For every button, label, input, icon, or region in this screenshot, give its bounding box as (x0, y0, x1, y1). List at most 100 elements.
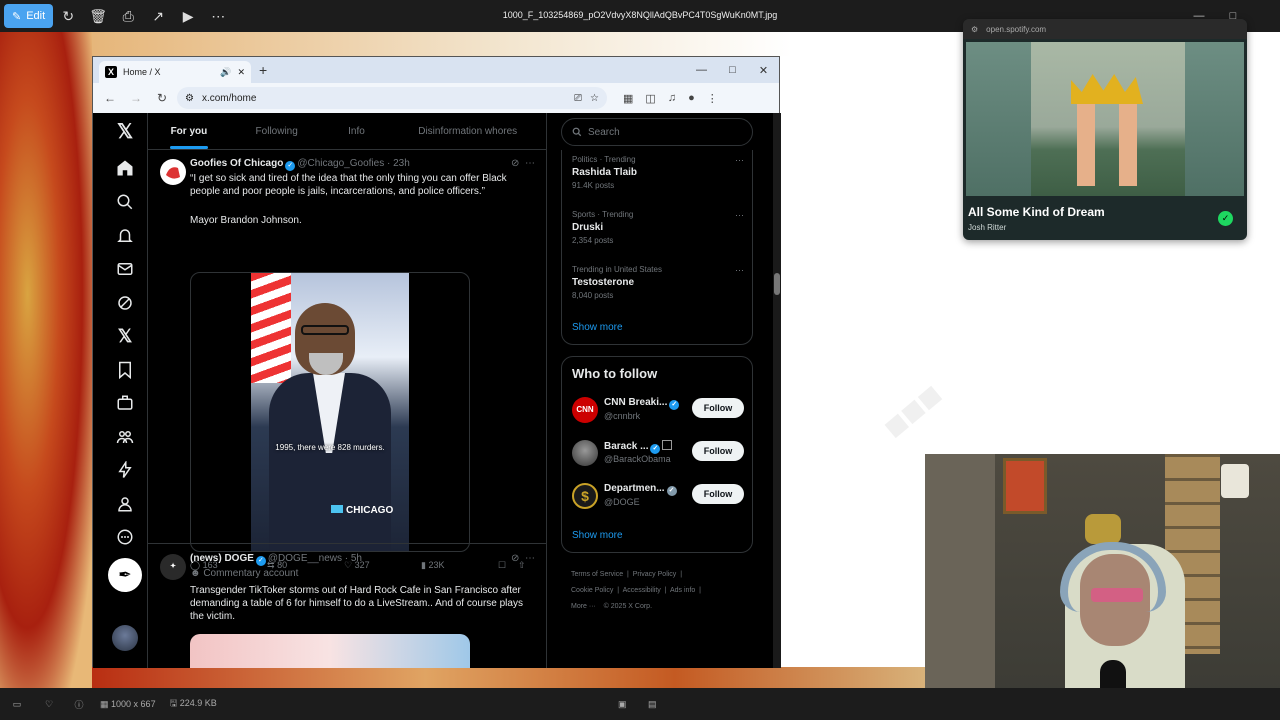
suggestion-handle: @DOGE (604, 497, 640, 507)
trash-icon[interactable]: 🗑 (83, 0, 113, 32)
print-icon[interactable]: ⎙ (113, 0, 143, 32)
install-app-icon[interactable]: ⎚ (574, 93, 582, 104)
post-1-video[interactable]: 1995, there were 828 murders. CHICAGO (190, 272, 470, 552)
jobs-icon[interactable] (112, 390, 138, 416)
follow-suggestion[interactable]: $ Departmen... ✓ @DOGE Follow (572, 481, 744, 511)
post-1-name[interactable]: Goofies Of Chicago (190, 158, 283, 169)
tab-info[interactable]: Info (324, 113, 390, 149)
profile-avatar-icon[interactable]: ● (688, 92, 695, 105)
trend-item[interactable]: Trending in United States Testosterone 8… (572, 265, 744, 300)
profile-icon[interactable] (112, 491, 138, 517)
premium-x-icon[interactable]: 𝕏 (112, 323, 138, 349)
doge-dept-avatar-icon[interactable]: $ (572, 483, 598, 509)
link-cookie[interactable]: Cookie Policy (571, 587, 613, 594)
browser-minimize-icon[interactable]: — (686, 64, 717, 77)
post-1-handle[interactable]: @Chicago_Goofies (297, 158, 384, 169)
tab-for-you[interactable]: For you (148, 113, 230, 149)
follow-show-more[interactable]: Show more (572, 530, 623, 541)
follow-button[interactable]: Follow (692, 441, 744, 461)
new-tab-icon[interactable]: + (259, 62, 267, 78)
forward-icon[interactable]: → (125, 91, 147, 105)
post-1[interactable]: Goofies Of Chicago ✓ @Chicago_Goofies · 23… (148, 150, 547, 570)
trend-more-icon[interactable]: ⋯ (735, 155, 744, 166)
spotify-url: open.spotify.com (986, 24, 1047, 34)
track-title[interactable]: All Some Kind of Dream (968, 205, 1105, 219)
search-input[interactable]: Search (561, 118, 753, 146)
more-circle-icon[interactable] (112, 524, 138, 550)
media-control-icon[interactable]: ♫ (668, 92, 676, 105)
speaker-icon[interactable]: 🔊 (220, 67, 231, 78)
communities-icon[interactable] (112, 424, 138, 450)
reload-icon[interactable]: ↻ (151, 91, 173, 105)
grok-small-icon[interactable]: ⊘ (511, 553, 519, 564)
more-icon[interactable]: ⋯ (203, 0, 233, 32)
info-icon[interactable]: ⓘ (64, 698, 94, 711)
post-2-name[interactable]: (news) DOGE (190, 553, 254, 564)
cnn-avatar-icon[interactable]: CNN (572, 397, 598, 423)
saved-check-icon[interactable]: ✓ (1218, 211, 1233, 226)
follow-button[interactable]: Follow (692, 484, 744, 504)
flag-shape (251, 273, 291, 383)
browser-tab[interactable]: X Home / X 🔊 ✕ (99, 61, 251, 83)
post-2-time[interactable]: · 5h (345, 553, 362, 564)
messages-icon[interactable] (112, 256, 138, 282)
more-dots-icon[interactable]: ⋯ (525, 158, 535, 169)
slideshow-icon[interactable]: ▶ (173, 0, 203, 32)
favorite-heart-icon[interactable]: ♡ (34, 699, 64, 710)
back-icon[interactable]: ← (99, 91, 121, 105)
follow-suggestion[interactable]: CNN CNN Breaki... ✓ @cnnbrk Follow (572, 395, 744, 425)
follow-button[interactable]: Follow (692, 398, 744, 418)
link-ads[interactable]: Ads info (670, 587, 695, 594)
extensions-icon[interactable]: ▦ (623, 92, 633, 105)
post-1-time[interactable]: · 23h (387, 158, 410, 169)
fit-screen-icon[interactable]: ▣ (618, 699, 627, 710)
doge-news-avatar[interactable]: ✦ (160, 554, 186, 580)
grok-small-icon[interactable]: ⊘ (511, 158, 519, 169)
trend-more-icon[interactable]: ⋯ (735, 210, 744, 221)
browser-maximize-icon[interactable]: □ (717, 64, 748, 77)
site-info-icon[interactable]: ⚙ (185, 93, 194, 104)
trend-item[interactable]: Politics · Trending Rashida Tlaib 91.4K … (572, 155, 744, 190)
actual-size-icon[interactable]: ▤ (648, 699, 657, 710)
trends-show-more[interactable]: Show more (572, 322, 623, 333)
link-tos[interactable]: Terms of Service (571, 571, 623, 578)
post-2-image[interactable] (190, 634, 470, 668)
trend-more-icon[interactable]: ⋯ (735, 265, 744, 276)
tab-following[interactable]: Following (230, 113, 324, 149)
grok-icon[interactable] (112, 290, 138, 316)
sidebar-icon[interactable]: ◫ (645, 92, 655, 105)
compose-post-button[interactable]: ✒ (108, 558, 142, 592)
tab-disinformation[interactable]: Disinformation whores (389, 113, 546, 149)
share-icon[interactable]: ↗ (143, 0, 173, 32)
post-2-handle[interactable]: @DOGE__news (268, 553, 342, 564)
notifications-icon[interactable] (112, 223, 138, 249)
more-dots-icon[interactable]: ⋯ (525, 553, 535, 564)
x-logo-icon[interactable]: 𝕏 (112, 118, 138, 144)
url-field[interactable]: ⚙ x.com/home ⎚ ☆ (177, 87, 607, 109)
page-scrollbar[interactable] (773, 113, 781, 668)
browser-menu-icon[interactable]: ⋮ (707, 92, 718, 105)
edit-button[interactable]: ✎ Edit (4, 4, 54, 28)
verified-orgs-icon[interactable] (112, 457, 138, 483)
bookmarks-icon[interactable] (112, 357, 138, 383)
trend-count: 2,354 posts (572, 236, 614, 245)
home-icon[interactable] (112, 155, 138, 181)
link-accessibility[interactable]: Accessibility (623, 587, 661, 594)
track-artist[interactable]: Josh Ritter (968, 223, 1006, 232)
follow-suggestion[interactable]: Barack ... ✓ @BarackObama Follow (572, 438, 744, 468)
account-avatar[interactable] (112, 625, 138, 651)
trend-item[interactable]: Sports · Trending Druski 2,354 posts ⋯ (572, 210, 744, 245)
post-2[interactable]: ✦ (news) DOGE ✓ @DOGE__news · 5h ⊘ ⋯ ☻ Com… (148, 544, 547, 668)
explore-icon[interactable] (112, 189, 138, 215)
close-tab-icon[interactable]: ✕ (237, 67, 245, 78)
rotate-icon[interactable]: ↻ (53, 0, 83, 32)
site-settings-icon[interactable]: ⚙ (971, 25, 978, 34)
link-privacy[interactable]: Privacy Policy (633, 571, 677, 578)
browser-close-icon[interactable]: ✕ (748, 64, 779, 77)
link-more[interactable]: More ··· (571, 603, 596, 610)
scrollbar-thumb[interactable] (774, 273, 780, 295)
goofies-avatar[interactable] (160, 159, 186, 185)
bookmark-star-icon[interactable]: ☆ (590, 93, 599, 104)
obama-avatar[interactable] (572, 440, 598, 466)
filmstrip-icon[interactable]: ▭ (0, 699, 34, 710)
